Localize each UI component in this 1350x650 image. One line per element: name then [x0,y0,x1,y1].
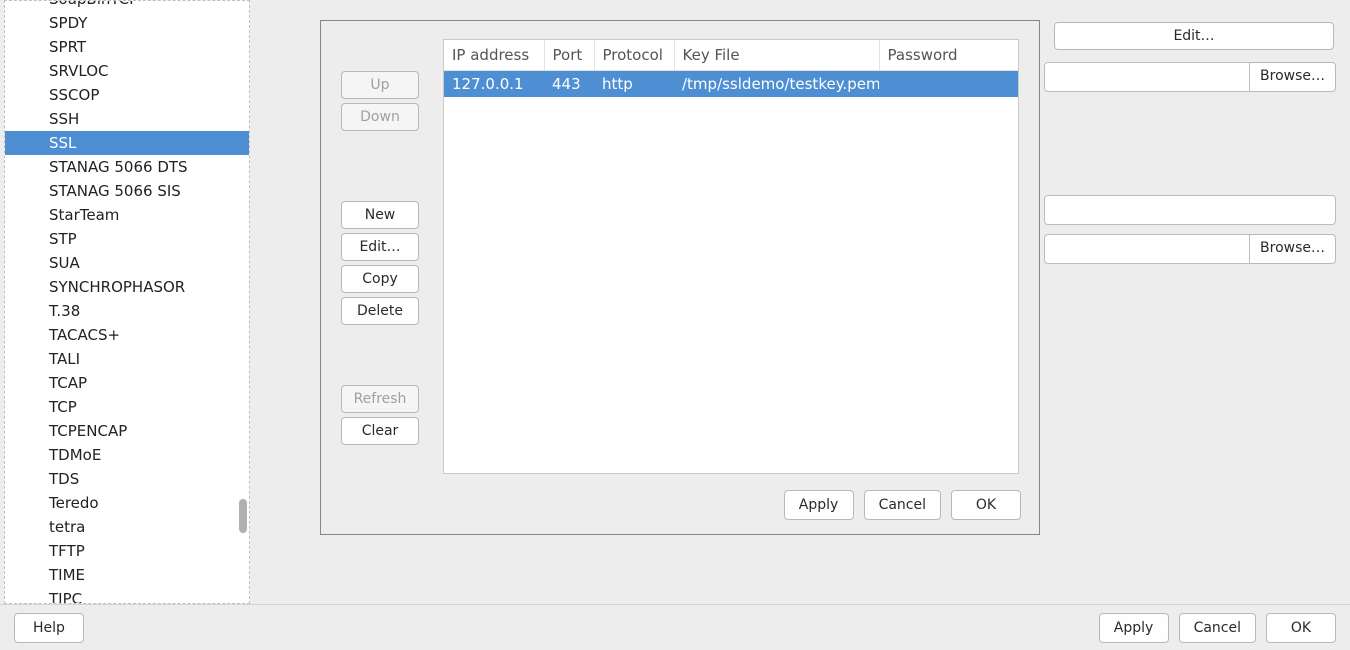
right-options-panel: Edit… Browse… Browse… [1044,0,1344,604]
protocol-list[interactable]: SoapBinTCP SPDY SPRT SRVLOC SSCOP SSH SS… [5,1,249,603]
delete-button[interactable]: Delete [341,297,419,325]
protocol-item[interactable]: SPRT [5,35,249,59]
protocol-item[interactable]: TCP [5,395,249,419]
rsa-keys-table-wrap: IP address Port Protocol Key File Passwo… [443,39,1019,474]
protocol-item[interactable]: tetra [5,515,249,539]
keylog-file-browse-button[interactable]: Browse… [1250,234,1336,264]
protocol-item[interactable]: TFTP [5,539,249,563]
protocol-item[interactable]: SUA [5,251,249,275]
scrollbar-thumb[interactable] [239,499,247,533]
dialog-footer: Apply Cancel OK [784,490,1021,520]
cell-password [879,71,1018,98]
copy-button[interactable]: Copy [341,265,419,293]
cell-ip: 127.0.0.1 [444,71,544,98]
protocol-item[interactable]: SPDY [5,11,249,35]
rsa-keys-edit-row: Edit… [1054,22,1334,50]
help-button[interactable]: Help [14,613,84,643]
new-button[interactable]: New [341,201,419,229]
protocol-item[interactable]: Teredo [5,491,249,515]
table-row[interactable]: 127.0.0.1 443 http /tmp/ssldemo/testkey.… [444,71,1018,98]
protocol-item-ssl[interactable]: SSL [5,131,249,155]
rsa-keys-edit-button[interactable]: Edit… [1054,22,1334,50]
protocol-item[interactable]: TCAP [5,371,249,395]
protocol-item[interactable]: TCPENCAP [5,419,249,443]
cell-keyfile: /tmp/ssldemo/testkey.pem [674,71,879,98]
protocol-item[interactable]: SSH [5,107,249,131]
ssl-debug-file-browse-button[interactable]: Browse… [1250,62,1336,92]
psk-input[interactable] [1044,195,1336,225]
protocol-item[interactable]: TDMoE [5,443,249,467]
protocol-item[interactable]: T.38 [5,299,249,323]
dialog-ok-button[interactable]: OK [951,490,1021,520]
down-button[interactable]: Down [341,103,419,131]
protocol-item[interactable]: STP [5,227,249,251]
col-keyfile[interactable]: Key File [674,40,879,71]
cell-protocol: http [594,71,674,98]
keylog-file-input[interactable] [1044,234,1250,264]
col-protocol[interactable]: Protocol [594,40,674,71]
up-button[interactable]: Up [341,71,419,99]
ssl-debug-file-input[interactable] [1044,62,1250,92]
col-port[interactable]: Port [544,40,594,71]
protocol-item[interactable]: TIPC [5,587,249,603]
protocol-item[interactable]: STANAG 5066 SIS [5,179,249,203]
protocol-item[interactable]: TIME [5,563,249,587]
col-password[interactable]: Password [879,40,1018,71]
outer-apply-button[interactable]: Apply [1099,613,1169,643]
protocol-item[interactable]: STANAG 5066 DTS [5,155,249,179]
protocol-item[interactable]: SoapBinTCP [5,1,249,11]
refresh-button[interactable]: Refresh [341,385,419,413]
dialog-side-buttons: Up Down New Edit… Copy Delete Refresh Cl… [341,71,419,445]
protocol-item[interactable]: SSCOP [5,83,249,107]
edit-button[interactable]: Edit… [341,233,419,261]
rsa-keys-dialog: Up Down New Edit… Copy Delete Refresh Cl… [320,20,1040,535]
outer-ok-button[interactable]: OK [1266,613,1336,643]
outer-footer: Help Apply Cancel OK [0,604,1350,650]
dialog-cancel-button[interactable]: Cancel [864,490,941,520]
rsa-keys-table[interactable]: IP address Port Protocol Key File Passwo… [444,40,1018,97]
protocol-item[interactable]: StarTeam [5,203,249,227]
protocol-item[interactable]: SRVLOC [5,59,249,83]
protocol-item[interactable]: TDS [5,467,249,491]
protocol-list-panel: SoapBinTCP SPDY SPRT SRVLOC SSCOP SSH SS… [4,0,250,604]
protocol-item[interactable]: TACACS+ [5,323,249,347]
col-ip[interactable]: IP address [444,40,544,71]
cell-port: 443 [544,71,594,98]
protocol-item[interactable]: SYNCHROPHASOR [5,275,249,299]
outer-cancel-button[interactable]: Cancel [1179,613,1256,643]
dialog-apply-button[interactable]: Apply [784,490,854,520]
clear-button[interactable]: Clear [341,417,419,445]
protocol-item[interactable]: TALI [5,347,249,371]
